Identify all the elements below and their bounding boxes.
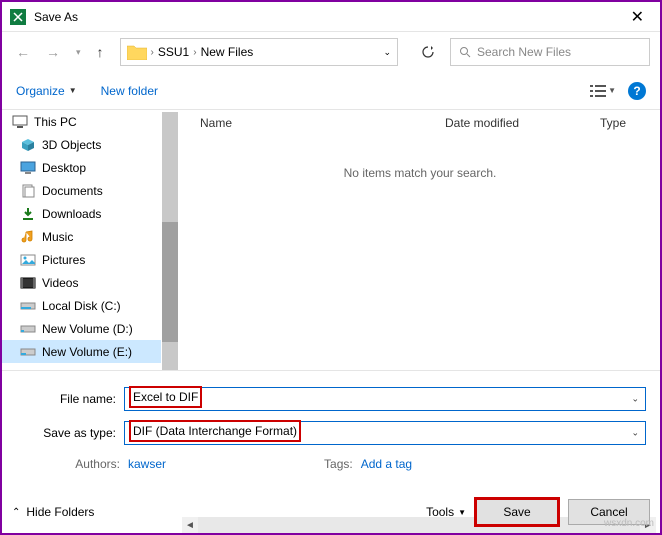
back-button[interactable]: ← <box>12 40 34 64</box>
watermark: wsxdn.com <box>604 518 654 529</box>
documents-icon <box>20 184 36 198</box>
cube-icon <box>20 138 36 152</box>
chevron-right-icon: › <box>193 47 196 58</box>
recent-dropdown[interactable]: ▾ <box>72 43 85 62</box>
view-mode-button[interactable]: ▼ <box>590 84 616 98</box>
column-headers: Name Date modified Type <box>180 110 660 136</box>
save-form: File name: Excel to DIF ⌄ Save as type: … <box>2 370 660 479</box>
tags-value[interactable]: Add a tag <box>361 457 412 471</box>
pictures-icon <box>20 253 36 267</box>
chevron-down-icon[interactable]: ⌄ <box>631 394 639 405</box>
tree-item-newvolume-e[interactable]: New Volume (E:) <box>2 340 161 363</box>
breadcrumb-seg1[interactable]: SSU1 <box>158 45 189 59</box>
tree-item-videos[interactable]: Videos <box>2 271 161 294</box>
excel-icon <box>10 9 26 25</box>
disk-icon <box>20 299 36 313</box>
breadcrumb-dropdown[interactable]: ⌄ <box>383 47 391 58</box>
empty-message: No items match your search. <box>180 166 660 180</box>
save-button[interactable]: Save <box>476 499 558 525</box>
search-placeholder: Search New Files <box>477 45 571 59</box>
titlebar: Save As ✕ <box>2 2 660 32</box>
close-button[interactable]: ✕ <box>623 7 652 27</box>
tree-item-music[interactable]: Music <box>2 225 161 248</box>
tree-item-documents[interactable]: Documents <box>2 179 161 202</box>
authors-label: Authors: <box>64 457 120 471</box>
refresh-icon <box>421 45 435 59</box>
main-area: This PC 3D Objects Desktop Documents Dow… <box>2 110 660 370</box>
chevron-down-icon[interactable]: ⌄ <box>631 428 639 439</box>
folder-tree: This PC 3D Objects Desktop Documents Dow… <box>2 110 162 370</box>
breadcrumb-seg2[interactable]: New Files <box>201 45 254 59</box>
filename-label: File name: <box>16 392 124 406</box>
savetype-label: Save as type: <box>16 426 124 440</box>
search-input[interactable]: Search New Files <box>450 38 650 66</box>
disk-icon <box>20 345 36 359</box>
savetype-select[interactable]: DIF (Data Interchange Format) ⌄ <box>124 421 646 445</box>
tree-item-desktop[interactable]: Desktop <box>2 156 161 179</box>
tree-item-3dobjects[interactable]: 3D Objects <box>2 133 161 156</box>
file-list: Name Date modified Type No items match y… <box>180 110 660 370</box>
videos-icon <box>20 276 36 290</box>
tree-item-pictures[interactable]: Pictures <box>2 248 161 271</box>
chevron-down-icon: ▼ <box>69 86 77 95</box>
forward-button: → <box>42 40 64 64</box>
tree-scrollbar[interactable] <box>162 112 178 370</box>
search-icon <box>459 46 471 58</box>
desktop-icon <box>20 161 36 175</box>
tree-item-newvolume-d[interactable]: New Volume (D:) <box>2 317 161 340</box>
breadcrumb[interactable]: › SSU1 › New Files ⌄ <box>120 38 398 66</box>
chevron-down-icon: ▼ <box>608 86 616 95</box>
chevron-down-icon: ▼ <box>458 508 466 517</box>
footer: ⌃ Hide Folders Tools ▼ Save Cancel <box>12 499 650 525</box>
help-button[interactable]: ? <box>628 82 646 100</box>
hide-folders-button[interactable]: ⌃ Hide Folders <box>12 505 94 519</box>
toolbar: Organize▼ New folder ▼ ? <box>2 72 660 110</box>
window-title: Save As <box>34 10 623 24</box>
chevron-right-icon: › <box>151 47 154 58</box>
list-view-icon <box>590 84 606 98</box>
new-folder-button[interactable]: New folder <box>101 84 158 98</box>
nav-bar: ← → ▾ ↑ › SSU1 › New Files ⌄ Search New … <box>2 32 660 72</box>
tags-label: Tags: <box>324 457 353 471</box>
column-type[interactable]: Type <box>600 116 660 130</box>
folder-icon <box>127 44 147 60</box>
organize-button[interactable]: Organize▼ <box>16 84 77 98</box>
tree-root-thispc[interactable]: This PC <box>2 110 161 133</box>
filename-input[interactable]: Excel to DIF ⌄ <box>124 387 646 411</box>
tools-button[interactable]: Tools ▼ <box>426 505 466 519</box>
tree-item-localdisk-c[interactable]: Local Disk (C:) <box>2 294 161 317</box>
up-button[interactable]: ↑ <box>93 40 108 64</box>
column-date[interactable]: Date modified <box>445 116 600 130</box>
refresh-button[interactable] <box>414 38 442 66</box>
column-name[interactable]: Name <box>200 116 445 130</box>
disk-icon <box>20 322 36 336</box>
download-icon <box>20 207 36 221</box>
authors-value[interactable]: kawser <box>128 457 166 471</box>
chevron-up-icon: ⌃ <box>12 507 20 518</box>
pc-icon <box>12 115 28 129</box>
tree-item-downloads[interactable]: Downloads <box>2 202 161 225</box>
music-icon <box>20 230 36 244</box>
